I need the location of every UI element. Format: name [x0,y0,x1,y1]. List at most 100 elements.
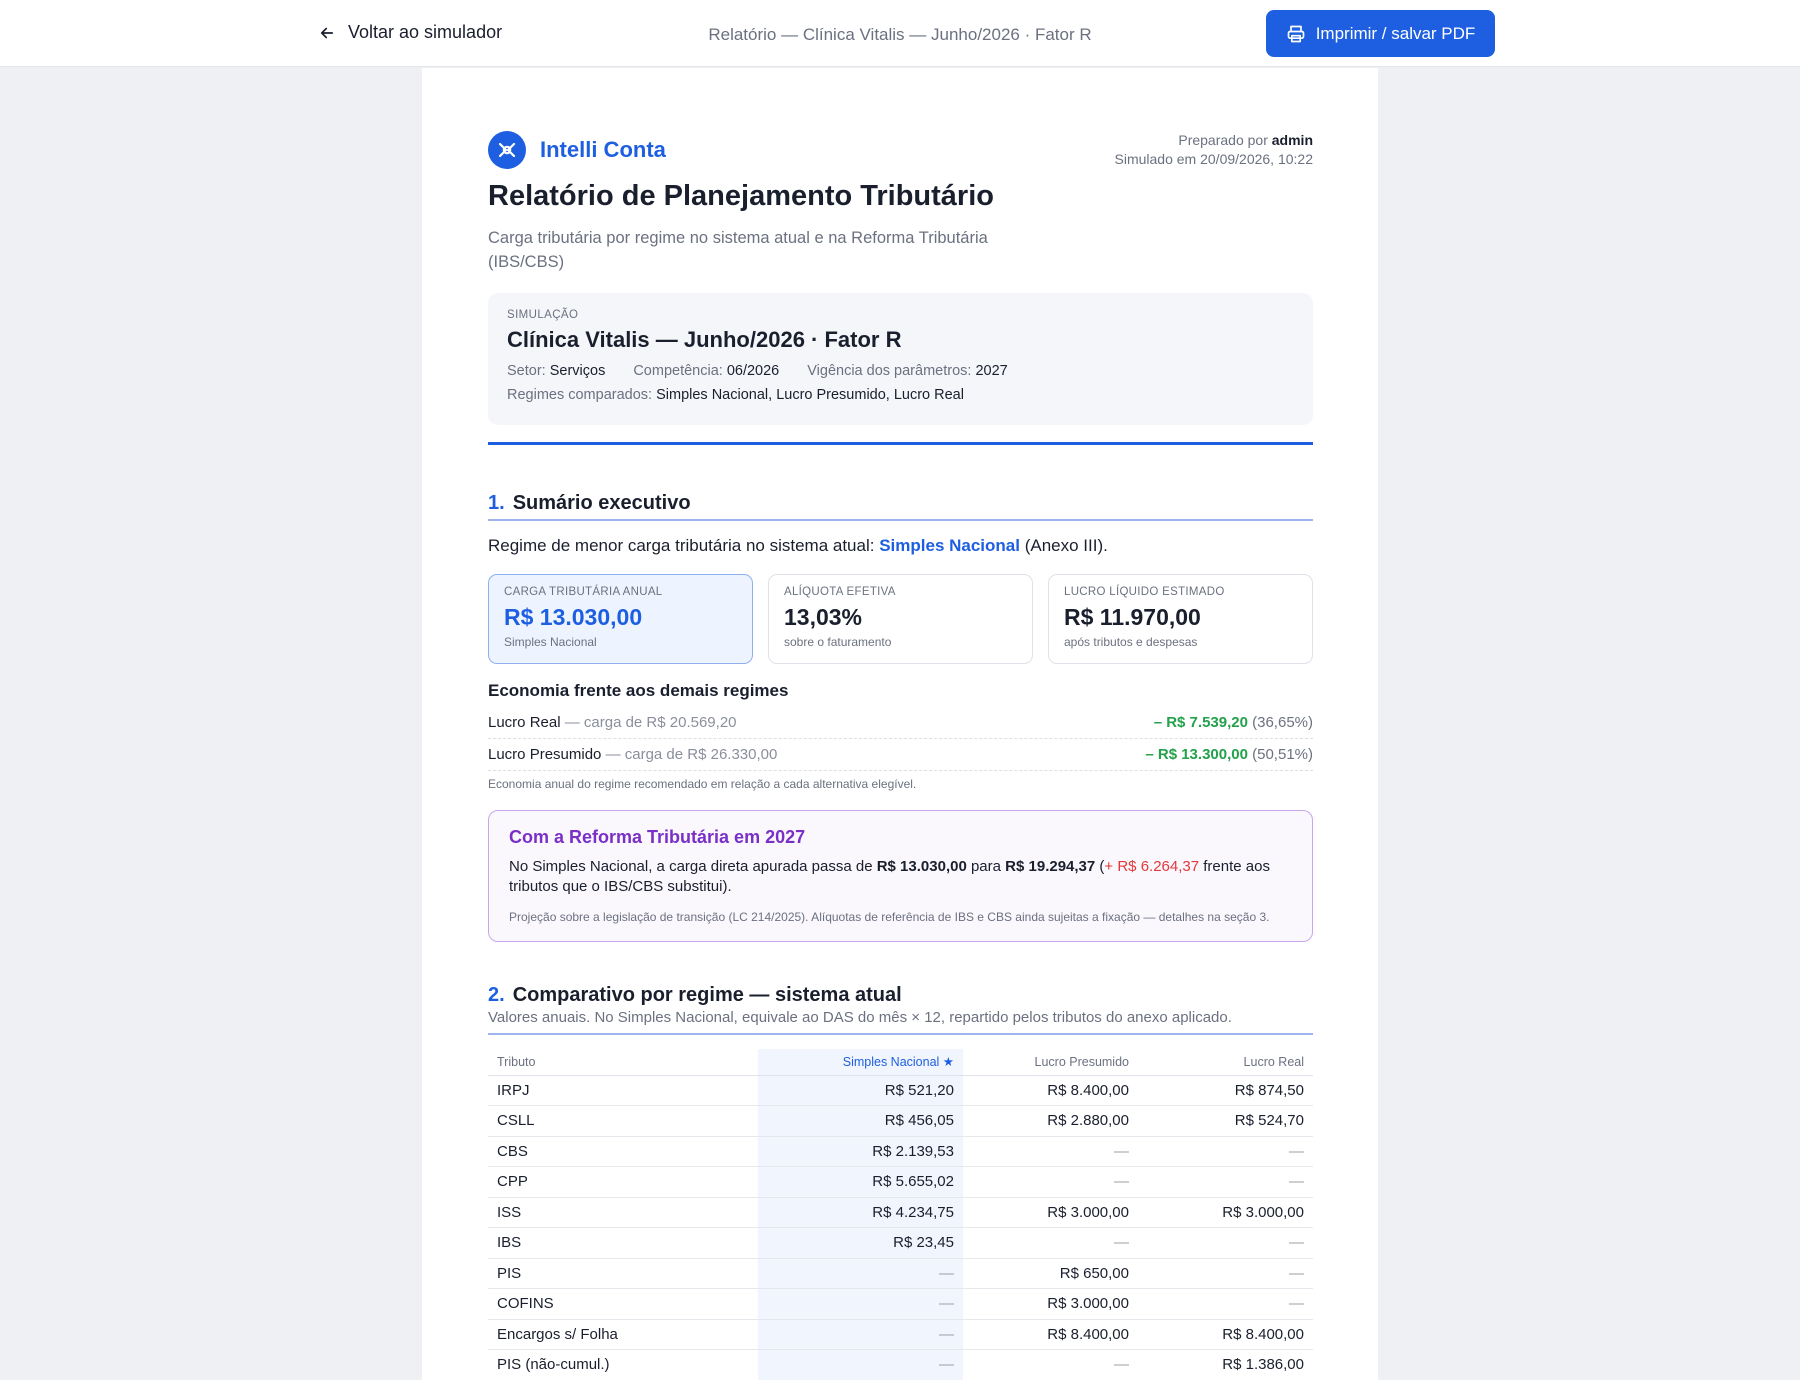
cell-lr: R$ 524,70 [1138,1105,1313,1137]
simulation-card: SIMULAÇÃO Clínica Vitalis — Junho/2026 ·… [488,293,1313,425]
best-prefix: Regime de menor carga tributária no sist… [488,536,875,555]
kpi-label: LUCRO LÍQUIDO ESTIMADO [1064,586,1225,598]
cell-lp: — [963,1349,1138,1380]
simulation-label: SIMULAÇÃO [507,309,579,321]
setor-label: Setor: [507,363,546,379]
cell-tributo: IRPJ [488,1075,758,1106]
economy-pct: (36,65%) [1252,714,1313,731]
print-save-pdf-button[interactable]: Imprimir / salvar PDF [1266,10,1495,57]
cell-lr: R$ 8.400,00 [1138,1319,1313,1350]
table-header-row: Tributo Simples Nacional ★ Lucro Presumi… [488,1049,1313,1076]
cell-tributo: ISS [488,1197,758,1228]
printer-icon [1287,25,1305,42]
cell-lr: — [1138,1258,1313,1289]
economy-heading: Economia frente aos demais regimes [488,681,789,700]
cell-tributo: CSLL [488,1105,758,1137]
section-1-rule [488,519,1313,521]
reform-delta: + R$ 6.264,37 [1104,858,1200,875]
cell-lp: R$ 650,00 [963,1258,1138,1289]
table-row: CSLL R$ 456,05 R$ 2.880,00 R$ 524,70 [488,1105,1313,1137]
reform-text: No Simples Nacional, a carga direta apur… [509,857,1292,897]
cell-lp: R$ 3.000,00 [963,1197,1138,1228]
kpi-aliquota-efetiva: ALÍQUOTA EFETIVA 13,03% sobre o faturame… [768,574,1033,664]
report-title: Relatório de Planejamento Tributário [488,180,994,212]
report-tab-title: Relatório — Clínica Vitalis — Junho/2026… [708,25,1092,44]
table-row: PIS — R$ 650,00— [488,1258,1313,1289]
kpi-value: R$ 13.030,00 [504,604,643,630]
section-2-title: Comparativo por regime — sistema atual [512,984,902,1006]
cell-tributo: Encargos s/ Folha [488,1319,758,1350]
cell-tributo: COFINS [488,1288,758,1320]
reform-title: Com a Reforma Tributária em 2027 [509,827,806,847]
cell-lr: R$ 3.000,00 [1138,1197,1313,1228]
reform-note: Projeção sobre a legislação de transição… [509,910,1270,924]
cell-lr: — [1138,1166,1313,1198]
table-row: Encargos s/ Folha — R$ 8.400,00 R$ 8.400,00 [488,1319,1313,1350]
cell-lr: R$ 1.386,00 [1138,1349,1313,1380]
report-paper: Intelli Conta Preparado por admin Simula… [422,68,1378,1380]
best-regime-statement: Regime de menor carga tributária no sist… [488,536,1108,556]
vigencia-label: Vigência dos parâmetros: [807,363,972,379]
cell-lr: — [1138,1136,1313,1167]
cell-sn: — [758,1288,963,1320]
economy-saving: – R$ 7.539,20 [1153,714,1248,731]
best-regime: Simples Nacional [879,536,1020,555]
cell-sn: R$ 23,45 [758,1227,963,1259]
col-lucro-real: Lucro Real [1138,1049,1313,1076]
simulated-at: Simulado em 20/09/2026, 10:22 [1114,151,1313,167]
prepared-info: Preparado por admin Simulado em 20/09/20… [1115,131,1313,169]
section-1-number: 1. [488,492,505,514]
section-2-subtitle: Valores anuais. No Simples Nacional, equ… [488,1009,1232,1026]
table-row: CPP R$ 5.655,02— — [488,1166,1313,1198]
economy-row: Lucro Real — carga de R$ 20.569,20 – R$ … [488,707,1313,739]
kpi-sub: Simples Nacional [504,635,597,649]
section-2-rule [488,1033,1313,1035]
brand: Intelli Conta [488,131,666,169]
regimes-label: Regimes comparados: [507,387,653,403]
economy-carga: — carga de R$ 26.330,00 [605,746,778,763]
competencia-value: 06/2026 [726,363,780,379]
economy-regime: Lucro Real [488,714,561,731]
kpi-carga-anual: CARGA TRIBUTÁRIA ANUAL R$ 13.030,00 Simp… [488,574,753,664]
reform-callout: Com a Reforma Tributária em 2027 No Simp… [488,810,1313,942]
table-row: CBS R$ 2.139,53— — [488,1136,1313,1167]
reform-to: R$ 19.294,37 [1005,858,1096,875]
col-simples-nacional: Simples Nacional ★ [758,1049,963,1076]
brand-name: Intelli Conta [540,137,666,162]
col-lucro-presumido: Lucro Presumido [963,1049,1138,1076]
kpi-label: CARGA TRIBUTÁRIA ANUAL [504,586,663,598]
cell-lp: — [963,1166,1138,1198]
top-bar: Voltar ao simulador Relatório — Clínica … [0,0,1800,67]
simulation-name: Clínica Vitalis — Junho/2026 · Fator R [507,327,902,352]
report-subtitle: Carga tributária por regime no sistema a… [488,229,988,271]
table-row: IBS R$ 23,45— — [488,1227,1313,1259]
cell-lr: — [1138,1288,1313,1320]
section-2-heading: 2. Comparativo por regime — sistema atual [488,984,1313,1007]
economy-note: Economia anual do regime recomendado em … [488,777,917,791]
cell-tributo: PIS [488,1258,758,1289]
cell-sn: — [758,1258,963,1289]
header-divider [488,442,1313,445]
kpi-value: 13,03% [784,604,863,630]
cell-sn: R$ 5.655,02 [758,1166,963,1198]
cell-lp: R$ 8.400,00 [963,1075,1138,1106]
cell-sn: R$ 456,05 [758,1105,963,1137]
table-row: COFINS — R$ 3.000,00— [488,1288,1313,1320]
vigencia-value: 2027 [975,363,1008,379]
kpi-label: ALÍQUOTA EFETIVA [784,586,896,598]
kpi-value: R$ 11.970,00 [1064,604,1201,630]
table-row: IRPJ R$ 521,20 R$ 8.400,00 R$ 874,50 [488,1075,1313,1106]
regimes-value: Simples Nacional, Lucro Presumido, Lucro… [656,387,964,403]
cell-sn: — [758,1349,963,1380]
cell-tributo: IBS [488,1227,758,1259]
reform-t1: No Simples Nacional, a carga direta apur… [509,858,873,875]
cell-lr: — [1138,1227,1313,1259]
kpi-sub: sobre o faturamento [784,635,892,649]
cell-lp: R$ 2.880,00 [963,1105,1138,1137]
kpi-sub: após tributos e despesas [1064,635,1198,649]
competencia-label: Competência: [633,363,723,379]
cell-lr: R$ 874,50 [1138,1075,1313,1106]
cell-sn: R$ 2.139,53 [758,1136,963,1167]
prepared-by-user: admin [1271,132,1313,148]
cell-tributo: PIS (não-cumul.) [488,1349,758,1380]
